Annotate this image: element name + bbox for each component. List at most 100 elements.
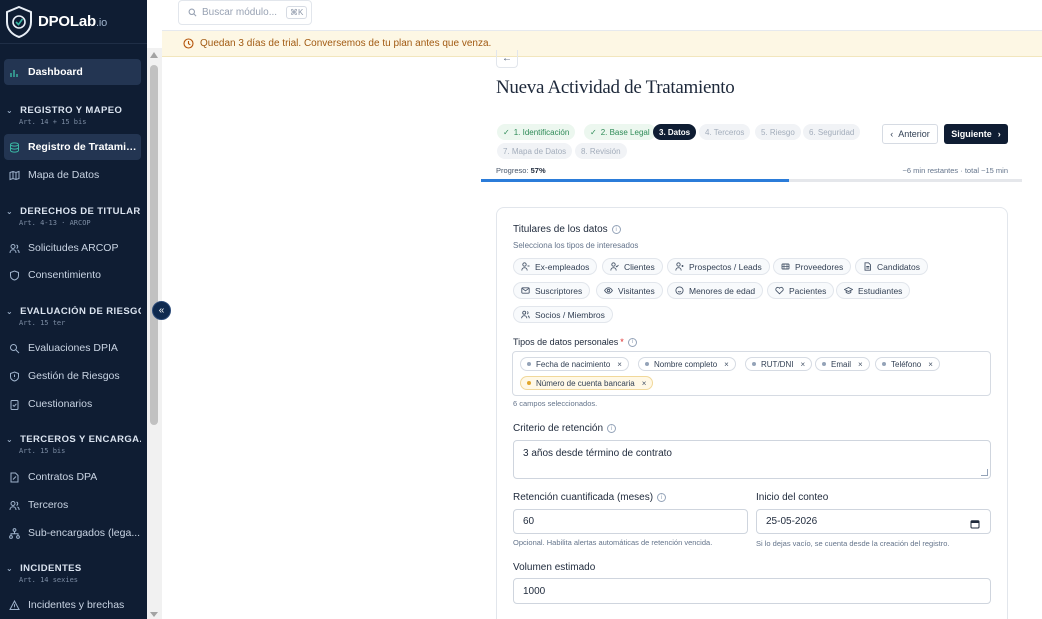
remove-tag-icon[interactable]: × <box>858 360 863 369</box>
remove-tag-icon[interactable]: × <box>800 360 805 369</box>
sidebar-item-terceros[interactable]: Terceros <box>4 492 141 518</box>
start-date-hint: Si lo dejas vacío, se cuenta desde la cr… <box>756 539 950 548</box>
sidebar-item-contratos-dpa[interactable]: Contratos DPA <box>4 464 141 490</box>
holder-chip-menores[interactable]: Menores de edad <box>667 282 764 299</box>
sidebar-item-cuestionarios[interactable]: Cuestionarios <box>4 391 141 417</box>
data-type-tag: Teléfono × <box>875 357 940 371</box>
section-title: REGISTRO Y MAPEO <box>20 105 123 116</box>
sidebar-item-registro-tratamiento[interactable]: Registro de Tratamient... <box>4 134 141 160</box>
brand[interactable]: DPOLab.io <box>0 0 147 44</box>
step-base-legal[interactable]: ✓ 2. Base Legal <box>584 124 656 140</box>
user-check-icon <box>610 262 619 271</box>
retention-months-input[interactable]: 60 <box>513 509 748 534</box>
sidebar-section-registro[interactable]: ⌄ REGISTRO Y MAPEO Art. 14 + 15 bis <box>6 105 141 126</box>
start-date-value: 25-05-2026 <box>766 516 818 527</box>
sidebar-item-gestion-riesgos[interactable]: Gestión de Riesgos <box>4 363 141 389</box>
remove-tag-icon[interactable]: × <box>617 360 622 369</box>
step-seguridad[interactable]: 6. Seguridad <box>803 124 861 140</box>
retention-months-label-text: Retención cuantificada (meses) <box>513 492 654 503</box>
trial-text: Quedan 3 días de trial. Conversemos de t… <box>200 38 492 49</box>
holder-chip-socios[interactable]: Socios / Miembros <box>513 306 613 323</box>
users-icon <box>9 243 20 253</box>
chip-label: Pacientes <box>789 285 827 296</box>
info-icon[interactable]: i <box>607 424 617 433</box>
scrollbar-thumb[interactable] <box>150 65 158 425</box>
holder-chip-estudiantes[interactable]: Estudiantes <box>836 282 911 299</box>
chevron-down-icon: ⌄ <box>6 564 14 573</box>
brand-name: DPOLab <box>38 13 96 30</box>
scroll-up-arrow-icon[interactable] <box>150 52 158 58</box>
chevron-down-icon: ⌄ <box>6 207 14 216</box>
sidebar-item-consentimiento[interactable]: Consentimiento <box>4 262 141 288</box>
tag-label: Email <box>831 359 852 369</box>
step-label: 1. Identificación <box>513 127 570 137</box>
sidebar-item-dashboard[interactable]: Dashboard <box>4 59 141 85</box>
remove-tag-icon[interactable]: × <box>642 379 647 388</box>
step-terceros[interactable]: 4. Terceros <box>699 124 751 140</box>
holder-chip-suscriptores[interactable]: Suscriptores <box>513 282 591 299</box>
sidebar-item-mapa-datos[interactable]: Mapa de Datos <box>4 162 141 188</box>
section-title: INCIDENTES <box>20 563 82 574</box>
resize-handle[interactable] <box>981 469 988 476</box>
holder-chip-proveedores[interactable]: Proveedores <box>773 258 852 275</box>
retention-textarea[interactable]: 3 años desde término de contrato <box>513 440 991 479</box>
step-identificacion[interactable]: ✓ 1. Identificación <box>497 124 576 140</box>
info-icon[interactable]: i <box>627 337 637 347</box>
holders-label-text: Titulares de los datos <box>513 224 608 235</box>
data-type-tag: Email × <box>815 357 870 371</box>
step-datos[interactable]: 3. Datos <box>653 124 697 140</box>
sidebar-item-solicitudes-arcop[interactable]: Solicitudes ARCOP <box>4 235 141 261</box>
next-button[interactable]: Siguiente › <box>944 124 1008 144</box>
search-input[interactable]: Buscar módulo... ⌘K <box>178 0 312 25</box>
required-asterisk: * <box>620 337 624 347</box>
sidebar-scrollbar[interactable] <box>147 48 162 619</box>
start-date-input[interactable]: 25-05-2026 <box>756 509 991 534</box>
heart-icon <box>775 286 784 295</box>
bar-chart-icon <box>10 69 18 77</box>
holder-chip-ex-empleados[interactable]: Ex-empleados <box>513 258 598 275</box>
retention-value: 3 años desde término de contrato <box>523 448 672 459</box>
retention-months-value: 60 <box>523 516 535 527</box>
sidebar-section-incidentes[interactable]: ⌄ INCIDENTES Art. 14 sexies <box>6 563 141 584</box>
sidebar-section-terceros[interactable]: ⌄ TERCEROS Y ENCARGA... Art. 15 bis <box>6 434 141 455</box>
sidebar-section-evaluacion[interactable]: ⌄ EVALUACIÓN DE RIESGO Art. 15 ter <box>6 306 141 327</box>
holder-chip-pacientes[interactable]: Pacientes <box>767 282 835 299</box>
chip-label: Candidatos <box>877 261 921 272</box>
search-icon <box>10 343 20 353</box>
back-button[interactable]: ← <box>496 50 518 68</box>
info-icon[interactable]: i <box>657 493 667 502</box>
previous-button[interactable]: ‹ Anterior <box>882 124 938 144</box>
calendar-icon[interactable] <box>970 519 980 529</box>
remove-tag-icon[interactable]: × <box>928 360 933 369</box>
step-riesgo[interactable]: 5. Riesgo <box>755 124 801 140</box>
collapse-sidebar-button[interactable]: « <box>152 301 171 320</box>
holder-chip-candidatos[interactable]: Candidatos <box>855 258 929 275</box>
chevron-left-icon: ‹ <box>890 129 894 139</box>
chevron-down-icon: ⌄ <box>6 106 14 115</box>
remove-tag-icon[interactable]: × <box>724 360 729 369</box>
retention-label-text: Criterio de retención <box>513 423 604 434</box>
shield-logo-icon <box>6 5 32 38</box>
scroll-down-arrow-icon[interactable] <box>150 612 158 617</box>
data-type-tag: RUT/DNI × <box>745 357 813 371</box>
step-mapa-datos[interactable]: 7. Mapa de Datos <box>497 143 573 159</box>
holder-chip-clientes[interactable]: Clientes <box>602 258 663 275</box>
search-icon <box>188 8 197 17</box>
holder-chip-visitantes[interactable]: Visitantes <box>596 282 663 299</box>
holder-chip-prospectos[interactable]: Prospectos / Leads <box>667 258 770 275</box>
sidebar-item-sub-encargados[interactable]: Sub-encargados (lega... <box>4 520 141 546</box>
info-icon[interactable]: i <box>611 225 621 234</box>
next-label: Siguiente <box>951 129 992 139</box>
volume-input[interactable]: 1000 <box>513 578 991 604</box>
step-label: 3. Datos <box>659 127 691 137</box>
tag-label: Fecha de nacimiento <box>536 359 611 369</box>
step-revision[interactable]: 8. Revisión <box>575 143 627 159</box>
eye-icon <box>604 287 613 294</box>
sidebar-item-evaluaciones-dpia[interactable]: Evaluaciones DPIA <box>4 335 141 361</box>
page-title: Nueva Actividad de Tratamiento <box>496 77 735 98</box>
section-subtitle: Art. 15 bis <box>19 447 66 455</box>
sidebar-section-derechos[interactable]: ⌄ DERECHOS DE TITULAR... Art. 4-13 · ARCO… <box>6 206 141 227</box>
section-subtitle: Art. 14 + 15 bis <box>19 118 87 126</box>
sidebar-item-incidentes[interactable]: Incidentes y brechas <box>4 592 141 618</box>
users-icon <box>9 500 20 510</box>
